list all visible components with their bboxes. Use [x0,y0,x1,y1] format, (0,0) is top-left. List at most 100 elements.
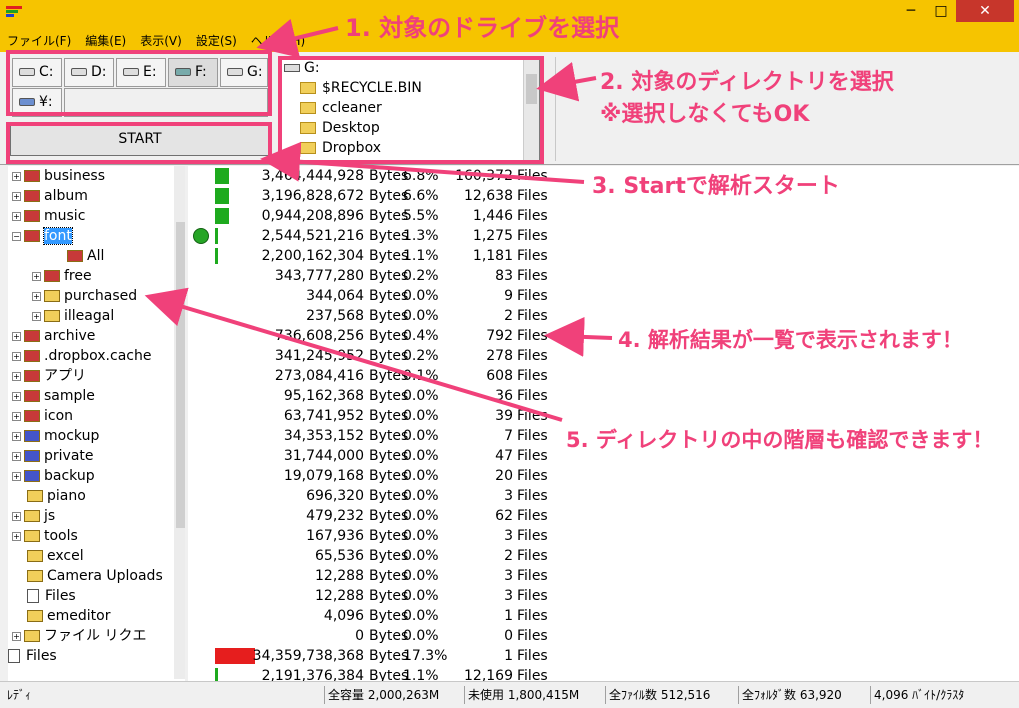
expand-icon[interactable]: + [32,291,41,301]
table-row[interactable]: 343,777,280 Bytes 0.2% 83 Files [188,266,688,286]
tree-item[interactable]: + free [32,266,92,286]
folder-icon [24,170,40,182]
file-count: 7 [504,428,513,444]
maximize-button[interactable]: □ [926,0,956,22]
expand-icon[interactable]: + [12,471,21,481]
tree-item-label: mockup [44,428,100,444]
size-percent: 0.0% [403,468,439,484]
tree-item[interactable]: + business [12,166,105,186]
expand-icon[interactable]: + [12,191,21,201]
menu-view[interactable]: 表示(V) [133,30,189,52]
table-row[interactable]: 34,359,738,368 Bytes 17.3% 1 Files [188,646,688,666]
expand-icon[interactable]: + [12,371,21,381]
tree-item[interactable]: All [52,246,104,266]
table-row[interactable]: 479,232 Bytes 0.0% 62 Files [188,506,688,526]
tree-item[interactable]: + purchased [32,286,137,306]
expand-icon[interactable]: + [12,331,21,341]
file-count-unit: Files [517,488,548,504]
tree-item[interactable]: + archive [12,326,95,346]
tree-item[interactable]: Files [12,586,76,606]
size-bytes: 0,944,208,896 [261,208,364,224]
annotation-5: 5. ディレクトリの中の階層も確認できます！ [566,428,994,452]
scroll-thumb[interactable] [176,222,185,528]
table-row[interactable]: 95,162,368 Bytes 0.0% 36 Files [188,386,688,406]
expand-icon[interactable]: + [12,171,21,181]
file-count: 1,275 [472,228,513,244]
table-row[interactable]: 0 Bytes 0.0% 0 Files [188,626,688,646]
table-row[interactable]: 2,200,162,304 Bytes 1.1% 1,181 Files [188,246,688,266]
tree-item[interactable]: + illeagal [32,306,114,326]
file-count-unit: Files [517,248,548,264]
menu-edit[interactable]: 編集(E) [78,30,133,52]
table-row[interactable]: 12,288 Bytes 0.0% 3 Files [188,586,688,606]
tree-item[interactable]: Files [8,646,57,666]
tree-item[interactable]: excel [12,546,84,566]
tree-item[interactable]: + icon [12,406,73,426]
tree-item[interactable]: Camera Uploads [12,566,163,586]
expand-icon[interactable]: + [12,351,21,361]
expand-icon[interactable]: + [12,211,21,221]
tree-item[interactable]: + .dropbox.cache [12,346,151,366]
tree-item[interactable]: piano [12,486,86,506]
file-count: 12,638 [464,188,513,204]
file-count: 278 [486,348,513,364]
table-row[interactable]: 344,064 Bytes 0.0% 9 Files [188,286,688,306]
expand-icon[interactable]: + [12,431,21,441]
folder-icon [27,550,43,562]
minimize-button[interactable]: ─ [896,0,926,22]
table-row[interactable]: 19,079,168 Bytes 0.0% 20 Files [188,466,688,486]
expand-icon[interactable]: + [12,531,21,541]
folder-icon [24,330,40,342]
table-row[interactable]: 341,245,952 Bytes 0.2% 278 Files [188,346,688,366]
tree-item-label: tools [44,528,78,544]
tree-item[interactable]: emeditor [12,606,110,626]
table-row[interactable]: 696,320 Bytes 0.0% 3 Files [188,486,688,506]
expand-icon[interactable]: + [12,451,21,461]
table-row[interactable]: 63,741,952 Bytes 0.0% 39 Files [188,406,688,426]
folder-icon [24,470,40,482]
folder-tree[interactable]: + business + album + music − font All + free + purch… [8,166,185,681]
table-row[interactable]: 167,936 Bytes 0.0% 3 Files [188,526,688,546]
table-row[interactable]: 2,544,521,216 Bytes 1.3% 1,275 Files [188,226,688,246]
menu-settings[interactable]: 設定(S) [189,30,244,52]
expand-icon[interactable]: + [12,511,21,521]
tree-item-label: illeagal [64,308,115,324]
tree-item[interactable]: + js [12,506,55,526]
table-row[interactable]: 237,568 Bytes 0.0% 2 Files [188,306,688,326]
tree-item[interactable]: + アプリ [12,366,86,386]
tree-item[interactable]: + music [12,206,85,226]
tree-item[interactable]: + album [12,186,88,206]
tree-item[interactable]: + sample [12,386,95,406]
table-row[interactable]: 736,608,256 Bytes 0.4% 792 Files [188,326,688,346]
tree-item[interactable]: + tools [12,526,78,546]
expand-icon[interactable]: + [32,271,41,281]
collapse-icon[interactable]: − [12,231,21,241]
expand-icon[interactable]: + [12,391,21,401]
size-bytes: 479,232 [306,508,364,524]
file-count-unit: Files [517,408,548,424]
table-row[interactable]: 65,536 Bytes 0.0% 2 Files [188,546,688,566]
table-row[interactable]: 4,096 Bytes 0.0% 1 Files [188,606,688,626]
menu-help[interactable]: ヘルプ(H) [244,30,312,52]
expand-icon[interactable]: + [12,631,21,641]
tree-item-label: business [44,168,106,184]
table-row[interactable]: 2,191,376,384 Bytes 1.1% 12,169 Files [188,666,688,681]
table-row[interactable]: 12,288 Bytes 0.0% 3 Files [188,566,688,586]
expand-icon[interactable]: + [12,411,21,421]
menu-file[interactable]: ファイル(F) [0,30,78,52]
file-count-unit: Files [517,568,548,584]
tree-item[interactable]: + mockup [12,426,99,446]
close-button[interactable]: ✕ [956,0,1014,22]
table-row[interactable]: 0,944,208,896 Bytes 5.5% 1,446 Files [188,206,688,226]
tree-item[interactable]: − font [12,226,73,246]
tree-item[interactable]: + backup [12,466,95,486]
tree-item[interactable]: + ファイル リクエ [12,626,146,646]
callout-start-box [6,122,272,164]
table-row[interactable]: 273,084,416 Bytes 0.1% 608 Files [188,366,688,386]
tree-item[interactable]: + private [12,446,94,466]
expand-icon[interactable]: + [32,311,41,321]
tree-scrollbar[interactable] [174,166,185,679]
file-count-unit: Files [517,168,548,184]
folder-icon [24,430,40,442]
file-count: 20 [495,468,513,484]
